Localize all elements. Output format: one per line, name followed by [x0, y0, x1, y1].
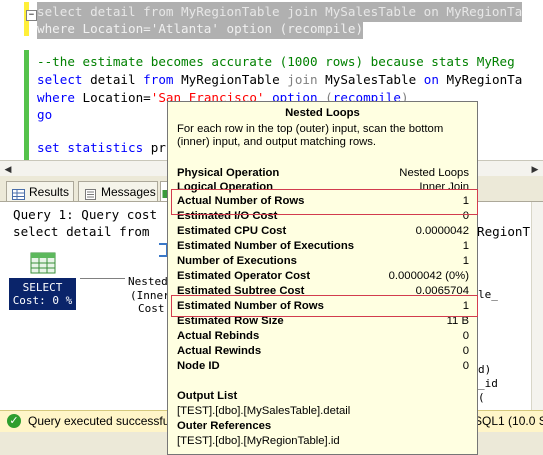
query-cost-line: Query 1: Query cost — [13, 207, 158, 222]
scroll-right-icon[interactable]: ▶ — [529, 163, 541, 175]
messages-icon — [84, 186, 97, 200]
grid-icon — [12, 186, 25, 200]
row-value: Nested Loops — [399, 167, 469, 179]
tooltip-description: For each row in the top (outer) input, s… — [177, 123, 444, 148]
row-label: Estimated CPU Cost — [177, 225, 287, 237]
row-label: Physical Operation — [177, 167, 280, 179]
editor-gutter — [0, 0, 24, 160]
row-value: 0.0000042 (0%) — [388, 270, 469, 282]
plan-connector-line — [80, 278, 125, 279]
code-text: MyRegionTable — [173, 72, 288, 87]
code-line-6[interactable]: go — [37, 105, 52, 125]
success-check-icon: ✓ — [7, 414, 21, 428]
tooltip-row: Actual Rebinds 0 — [177, 329, 469, 344]
tab-messages-label: Messages — [101, 185, 156, 199]
saved-lines-marker — [24, 50, 29, 160]
code-text: pr — [143, 140, 166, 155]
code-line-8[interactable]: set statistics pr — [37, 138, 166, 158]
keyword: from — [143, 72, 174, 87]
plan-text-fragment: _id — [478, 377, 498, 390]
keyword: set — [37, 140, 60, 155]
tab-results-label: Results — [29, 185, 70, 199]
select-node-title: SELECT — [22, 281, 63, 294]
output-list-value: [TEST].[dbo].[MySalesTable].detail — [177, 405, 351, 417]
tooltip-title: Nested Loops — [285, 107, 360, 119]
code-line-2[interactable]: where Location='Atlanta' option (recompi… — [37, 19, 364, 39]
nested-loops-tooltip: Nested Loops For each row in the top (ou… — [167, 101, 478, 455]
select-node-cost: Cost: 0 % — [12, 294, 73, 307]
code-line-4[interactable]: select detail from MyRegionTable join My… — [37, 70, 522, 90]
operator: join — [287, 72, 318, 87]
vertical-scrollbar[interactable] — [531, 202, 543, 410]
outer-references-value: [TEST].[dbo].[MyRegionTable].id — [177, 435, 340, 447]
outer-references-title: Outer References — [177, 420, 272, 432]
row-value: 0 — [462, 345, 469, 357]
tooltip-row: Estimated Operator Cost 0.0000042 (0%) — [177, 269, 469, 284]
row-label: Number of Executions — [177, 255, 297, 267]
tooltip-row: Estimated Number of Executions 1 — [177, 239, 469, 254]
collapse-icon[interactable]: − — [26, 10, 37, 21]
code-text: Location= — [74, 90, 151, 105]
tooltip-row: Number of Executions 1 — [177, 254, 469, 269]
row-value: 1 — [462, 255, 469, 267]
keyword: on — [423, 72, 439, 87]
status-message: Query executed successfully. — [28, 414, 184, 428]
tooltip-row: Actual Rewinds 0 — [177, 344, 469, 359]
row-value: 0 — [462, 330, 469, 342]
row-label: Actual Rebinds — [177, 330, 260, 342]
code-text: MySalesTable — [317, 72, 424, 87]
plan-text-fragment: d) — [478, 363, 492, 376]
scroll-left-icon[interactable]: ◀ — [2, 163, 14, 175]
tooltip-row: Physical Operation Nested Loops — [177, 166, 469, 181]
code-comment[interactable]: --the estimate becomes accurate (1000 ro… — [37, 52, 515, 72]
select-operator-node[interactable]: SELECT Cost: 0 % — [9, 278, 76, 310]
code-text: MyRegionTa — [438, 72, 523, 87]
plan-text-fragment: le_ — [478, 288, 498, 301]
highlight-estimated-rows — [171, 295, 478, 317]
row-value: 1 — [462, 240, 469, 252]
keyword: select — [37, 72, 83, 87]
keyword: statistics — [59, 140, 144, 155]
tab-results[interactable]: Results — [6, 181, 74, 201]
row-label: Estimated Operator Cost — [177, 270, 311, 282]
nested-node-label: Nested — [128, 275, 168, 288]
highlight-actual-rows — [171, 189, 478, 215]
row-value: 0 — [462, 360, 469, 372]
keyword: where — [37, 90, 75, 105]
tooltip-row: Estimated CPU Cost 0.0000042 — [177, 224, 469, 239]
row-label: Estimated Number of Executions — [177, 240, 355, 252]
server-info: SQL1 (10.0 SP — [474, 414, 543, 428]
nested-node-join-type: (Inner — [130, 289, 170, 302]
select-operator-icon[interactable] — [30, 252, 56, 274]
code-text: detail — [82, 72, 144, 87]
output-list-title: Output List — [177, 390, 238, 402]
tab-messages[interactable]: Messages — [78, 181, 158, 201]
row-label: Node ID — [177, 360, 220, 372]
row-value: 0.0000042 — [415, 225, 469, 237]
tooltip-row: Node ID 0 — [177, 359, 469, 374]
row-label: Actual Rewinds — [177, 345, 262, 357]
query-text-line: select detail from — [13, 224, 150, 239]
plan-text-fragment: ( — [478, 391, 485, 404]
